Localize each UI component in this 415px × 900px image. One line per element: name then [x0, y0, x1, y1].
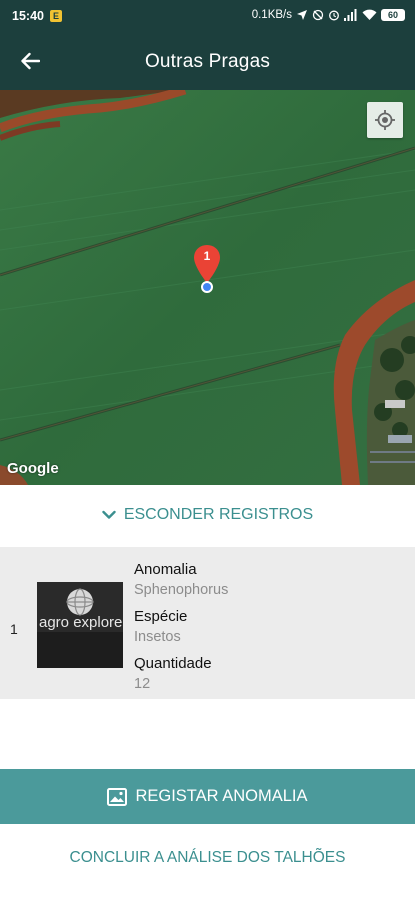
thumbnail-image: agro explorer	[37, 582, 123, 668]
network-speed: 0.1KB/s	[251, 9, 292, 21]
record-item[interactable]: 1 agro explorer Anomalia Sphenophorus Es…	[0, 547, 415, 699]
google-attribution: Google	[7, 460, 59, 477]
register-anomaly-button[interactable]: REGISTAR ANOMALIA	[0, 769, 415, 824]
species-label: Espécie	[134, 608, 188, 625]
page-title: Outras Pragas	[144, 51, 271, 72]
thumbnail-logo-text: agro explorer	[39, 614, 123, 631]
status-icons: 0.1KB/s 60	[252, 9, 405, 21]
signal-icon	[344, 9, 358, 21]
record-index: 1	[10, 621, 18, 637]
app-bar: Outras Pragas	[0, 32, 415, 90]
quantity-value: 12	[134, 676, 151, 692]
register-anomaly-label: REGISTAR ANOMALIA	[135, 787, 308, 805]
anomaly-label: Anomalia	[134, 561, 197, 578]
species-value: Insetos	[134, 629, 181, 645]
no-disturb-icon	[312, 9, 324, 21]
chevron-down-icon	[102, 510, 116, 519]
hide-records-toggle[interactable]: ESCONDER REGISTROS	[0, 485, 415, 545]
anomaly-value: Sphenophorus	[134, 582, 229, 598]
notification-app-icon: E	[50, 10, 62, 22]
my-location-button[interactable]	[367, 102, 403, 138]
wifi-icon	[362, 9, 377, 21]
status-time: 15:40	[12, 9, 44, 23]
marker-number: 1	[203, 249, 211, 263]
current-location-dot	[201, 281, 213, 293]
record-fields: Anomalia Sphenophorus Espécie Insetos Qu…	[134, 560, 404, 701]
crosshair-icon	[375, 110, 395, 130]
conclude-analysis-button[interactable]: CONCLUIR A ANÁLISE DOS TALHÕES	[0, 849, 415, 867]
battery-icon: 60	[381, 9, 405, 21]
image-icon	[107, 787, 128, 806]
hide-records-label: ESCONDER REGISTROS	[123, 506, 314, 523]
map-view[interactable]: 1 Google	[0, 90, 415, 485]
status-bar: 15:40 E 0.1KB/s 60	[0, 0, 415, 32]
map-marker[interactable]: 1	[193, 244, 221, 284]
record-thumbnail[interactable]: agro explorer	[37, 582, 123, 668]
alarm-icon	[328, 9, 340, 21]
quantity-label: Quantidade	[134, 655, 212, 672]
navigation-icon	[296, 9, 308, 21]
